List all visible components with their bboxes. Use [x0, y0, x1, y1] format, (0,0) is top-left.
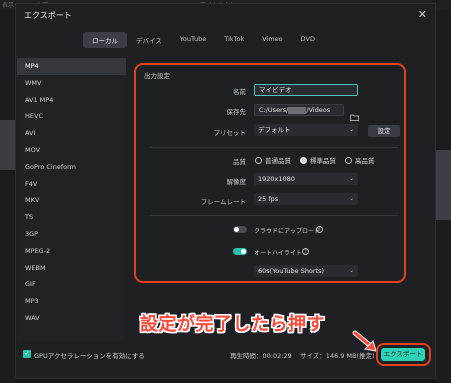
format-item-mkv[interactable]: MKV: [17, 192, 126, 209]
preset-label: プリセット: [213, 129, 247, 137]
toggle-knob: [241, 249, 246, 254]
export-button[interactable]: エクスポート: [381, 348, 425, 361]
radio-selected-icon: [300, 156, 307, 164]
size-text: サイズ：146.9 MB(推定): [300, 352, 375, 360]
close-icon[interactable]: ✕: [418, 8, 427, 21]
annotation-text: 設定が完了したら押す: [140, 314, 325, 335]
help-icon[interactable]: ?: [302, 248, 309, 255]
divider: [150, 215, 398, 216]
highlight-duration-value: 60s(YouTube Shorts): [258, 267, 325, 275]
cloud-upload-label: クラウドにアップロード: [254, 228, 321, 235]
tab-tiktok[interactable]: TikTok: [215, 32, 253, 48]
save-location-label: 保存先: [226, 108, 247, 116]
gpu-label: GPUアクセラレーションを有効にする: [34, 352, 145, 360]
format-item-av1-mp4[interactable]: AV1 MP4: [17, 92, 126, 109]
chevron-down-icon: ⌄: [348, 175, 354, 182]
format-list: MP4 WMV AV1 MP4 HEVC AVI MOV GoPro Cinef…: [17, 58, 126, 341]
chevron-down-icon: ⌄: [348, 267, 354, 274]
format-item-mp3[interactable]: MP3: [17, 293, 126, 310]
format-item-gif[interactable]: GIF: [17, 276, 126, 293]
format-item-mpeg2[interactable]: MPEG-2: [17, 243, 126, 260]
format-item-ts[interactable]: TS: [17, 209, 126, 226]
save-path-suffix: /Videos: [306, 106, 331, 114]
format-item-hevc[interactable]: HEVC: [17, 108, 126, 125]
preset-value: デフォルト: [258, 126, 291, 134]
settings-section-title: 出力設定: [144, 72, 170, 80]
divider: [150, 147, 398, 148]
preset-select[interactable]: デフォルト ⌄: [254, 124, 358, 136]
background-preview: [436, 150, 451, 220]
format-item-wmv[interactable]: WMV: [17, 75, 126, 92]
tab-dvd[interactable]: DVD: [292, 32, 324, 48]
tab-youtube[interactable]: YouTube: [171, 32, 215, 48]
export-tabs: ローカル デバイス YouTube TikTok Vimeo DVD: [83, 32, 324, 48]
chevron-down-icon: ⌄: [348, 126, 354, 133]
quality-option-label: 普通品質: [265, 157, 291, 165]
radio-icon: [255, 156, 262, 164]
format-item-gopro-cineform[interactable]: GoPro Cineform: [17, 159, 126, 176]
resolution-label: 解像度: [226, 178, 247, 186]
quality-label: 品質: [233, 158, 246, 166]
name-input[interactable]: マイビデオ: [254, 84, 358, 96]
format-item-wav[interactable]: WAV: [17, 310, 126, 327]
framerate-label: フレームレート: [200, 198, 246, 206]
save-location-input[interactable]: C:/Users/ /Videos: [254, 104, 344, 116]
quality-option-high[interactable]: 高品質: [345, 155, 375, 165]
format-item-mp4[interactable]: MP4: [17, 58, 126, 75]
highlight-duration-select[interactable]: 60s(YouTube Shorts) ⌄: [254, 265, 358, 277]
toggle-knob: [234, 227, 239, 232]
menu-view: 表示: [2, 2, 15, 9]
tab-vimeo[interactable]: Vimeo: [253, 32, 291, 48]
framerate-value: 25 fps: [258, 195, 279, 203]
cloud-upload-toggle[interactable]: [233, 226, 247, 233]
format-item-f4v[interactable]: F4V: [17, 176, 126, 193]
chevron-down-icon: ⌄: [348, 195, 354, 202]
resolution-select[interactable]: 1920x1080 ⌄: [254, 173, 358, 185]
tab-device[interactable]: デバイス: [127, 32, 171, 48]
quality-option-label: 標準品質: [310, 157, 336, 165]
help-icon[interactable]: ?: [316, 226, 323, 233]
dialog-title: エクスポート: [24, 11, 72, 20]
format-item-mov[interactable]: MOV: [17, 142, 126, 159]
format-item-webm[interactable]: WEBM: [17, 260, 126, 277]
tab-local[interactable]: ローカル: [83, 32, 127, 48]
duration-text: 再生時間：00:02:29: [230, 352, 292, 360]
format-item-avi[interactable]: AVI: [17, 125, 126, 142]
auto-highlight-toggle[interactable]: [233, 248, 247, 255]
quality-option-label: 高品質: [355, 157, 375, 165]
resolution-value: 1920x1080: [258, 175, 295, 183]
background-thumbnail: [0, 120, 15, 170]
quality-option-normal[interactable]: 普通品質: [255, 155, 291, 165]
save-path-prefix: C:/Users/: [259, 106, 289, 114]
radio-icon: [345, 156, 352, 164]
preset-settings-button[interactable]: 設定: [368, 125, 400, 137]
folder-icon[interactable]: [350, 106, 359, 121]
gpu-checkbox[interactable]: ✓: [23, 350, 31, 358]
quality-option-standard[interactable]: 標準品質: [300, 155, 336, 165]
background-left-panel: [0, 10, 15, 383]
framerate-select[interactable]: 25 fps ⌄: [254, 193, 358, 205]
auto-highlight-label: オートハイライト: [254, 250, 302, 257]
redacted-username: [288, 106, 307, 114]
name-label: 名前: [233, 88, 246, 96]
format-item-3gp[interactable]: 3GP: [17, 226, 126, 243]
